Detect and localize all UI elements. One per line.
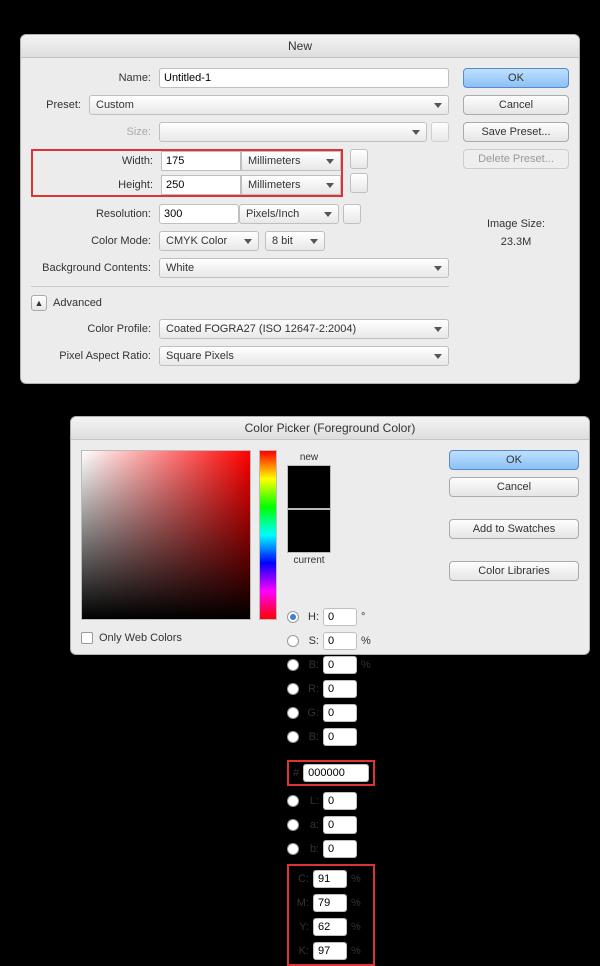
h-radio[interactable] — [287, 611, 299, 623]
brgb-input[interactable] — [323, 728, 357, 746]
l-radio[interactable] — [287, 795, 299, 807]
colordepth-select[interactable]: 8 bit — [265, 231, 325, 251]
colormode-label: Color Mode: — [31, 235, 159, 247]
resolution-label: Resolution: — [31, 208, 159, 220]
height-stepper[interactable] — [350, 173, 368, 193]
h-input[interactable] — [323, 608, 357, 626]
color-libraries-button[interactable]: Color Libraries — [449, 561, 579, 581]
delete-preset-button: Delete Preset... — [463, 149, 569, 169]
name-label: Name: — [31, 72, 159, 84]
hex-highlight: # — [287, 760, 375, 786]
c-input[interactable] — [313, 870, 347, 888]
add-to-swatches-button[interactable]: Add to Swatches — [449, 519, 579, 539]
k-input[interactable] — [313, 942, 347, 960]
hex-input[interactable] — [303, 764, 369, 782]
hex-prefix: # — [293, 767, 299, 779]
advanced-label: Advanced — [53, 297, 102, 309]
y-input[interactable] — [313, 918, 347, 936]
preset-select[interactable]: Custom — [89, 95, 449, 115]
bgcontents-select[interactable]: White — [159, 258, 449, 278]
colorpicker-dialog: Color Picker (Foreground Color) Only Web… — [70, 416, 590, 655]
brgb-radio[interactable] — [287, 731, 299, 743]
cmyk-highlight: C:% M:% Y:% K:% — [287, 864, 375, 966]
m-input[interactable] — [313, 894, 347, 912]
pixelaspect-select[interactable]: Square Pixels — [159, 346, 449, 366]
new-color-label: new — [287, 452, 331, 463]
colorprofile-label: Color Profile: — [31, 323, 159, 335]
colormode-select[interactable]: CMYK Color — [159, 231, 259, 251]
height-input[interactable] — [161, 175, 241, 195]
ok-button[interactable]: OK — [463, 68, 569, 88]
s-input[interactable] — [323, 632, 357, 650]
blab-radio[interactable] — [287, 843, 299, 855]
a-input[interactable] — [323, 816, 357, 834]
size-stepper[interactable] — [431, 122, 449, 142]
size-select[interactable] — [159, 122, 427, 142]
new-dialog: New Name: Preset: Custom Size: Width: — [20, 34, 580, 384]
resolution-unit-select[interactable]: Pixels/Inch — [239, 204, 339, 224]
resolution-input[interactable] — [159, 204, 239, 224]
width-stepper[interactable] — [350, 149, 368, 169]
width-label: Width: — [33, 155, 161, 167]
g-input[interactable] — [323, 704, 357, 722]
bgcontents-label: Background Contents: — [31, 262, 159, 274]
imagesize-label: Image Size: — [463, 216, 569, 234]
current-color-label: current — [287, 555, 331, 566]
s-radio[interactable] — [287, 635, 299, 647]
r-input[interactable] — [323, 680, 357, 698]
only-web-colors-label: Only Web Colors — [99, 632, 182, 644]
only-web-colors-checkbox[interactable] — [81, 632, 93, 644]
bh-input[interactable] — [323, 656, 357, 674]
current-color-swatch — [287, 509, 331, 553]
advanced-disclosure-icon[interactable]: ▲ — [31, 295, 47, 311]
imagesize-value: 23.3M — [463, 234, 569, 252]
height-unit-select[interactable]: Millimeters — [241, 175, 341, 195]
pixelaspect-label: Pixel Aspect Ratio: — [31, 350, 159, 362]
g-radio[interactable] — [287, 707, 299, 719]
new-color-swatch — [287, 465, 331, 509]
colorprofile-select[interactable]: Coated FOGRA27 (ISO 12647-2:2004) — [159, 319, 449, 339]
hue-slider[interactable] — [259, 450, 277, 620]
a-radio[interactable] — [287, 819, 299, 831]
saturation-brightness-field[interactable] — [81, 450, 251, 620]
colorpicker-title: Color Picker (Foreground Color) — [71, 417, 589, 440]
dialog-title: New — [21, 35, 579, 58]
bh-radio[interactable] — [287, 659, 299, 671]
cp-ok-button[interactable]: OK — [449, 450, 579, 470]
resolution-stepper[interactable] — [343, 204, 361, 224]
width-unit-select[interactable]: Millimeters — [241, 151, 341, 171]
save-preset-button[interactable]: Save Preset... — [463, 122, 569, 142]
height-label: Height: — [33, 179, 161, 191]
blab-input[interactable] — [323, 840, 357, 858]
l-input[interactable] — [323, 792, 357, 810]
cp-cancel-button[interactable]: Cancel — [449, 477, 579, 497]
cancel-button[interactable]: Cancel — [463, 95, 569, 115]
size-label: Size: — [31, 126, 159, 138]
width-input[interactable] — [161, 151, 241, 171]
preset-label: Preset: — [31, 99, 89, 111]
r-radio[interactable] — [287, 683, 299, 695]
name-input[interactable] — [159, 68, 449, 88]
